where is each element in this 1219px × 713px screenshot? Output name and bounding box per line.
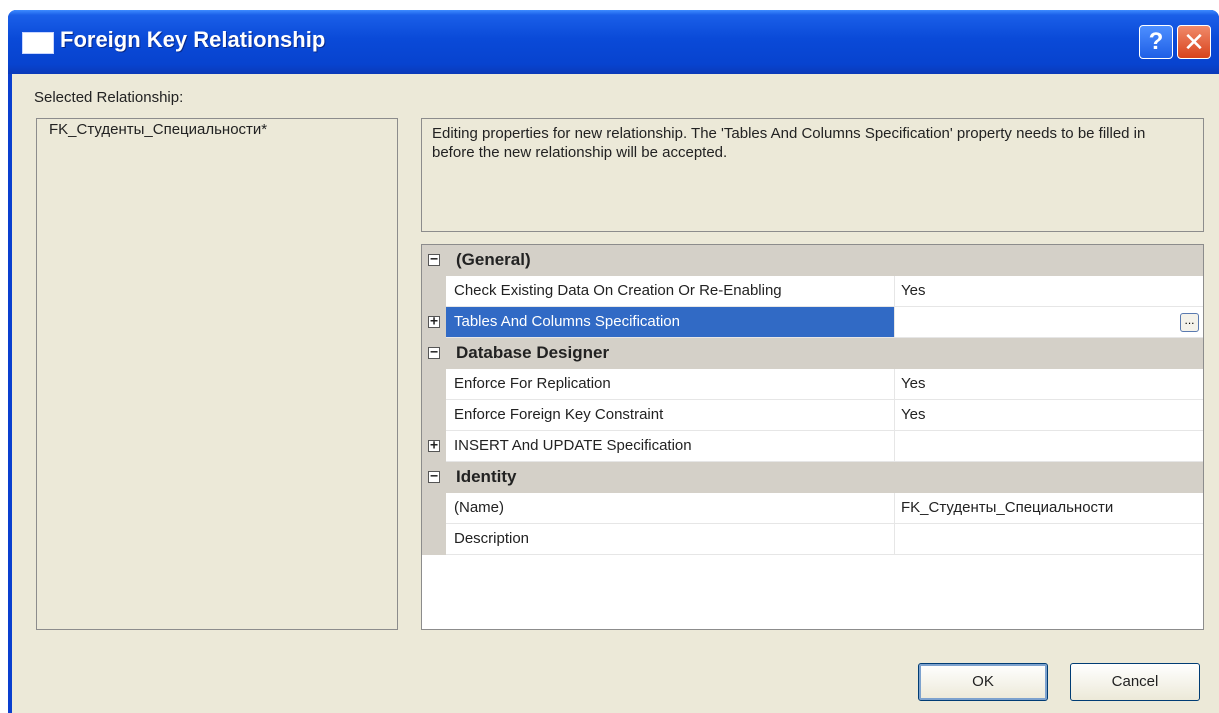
title-bar[interactable]: Foreign Key Relationship ? ✕ (8, 10, 1219, 74)
row-gutter (422, 400, 446, 431)
property-row[interactable]: (Name) FK_Студенты_Специальности (422, 493, 1203, 524)
window-icon (22, 32, 54, 54)
category-label: (General) (456, 250, 531, 269)
property-value[interactable]: Yes (895, 400, 1203, 431)
help-button[interactable]: ? (1139, 25, 1173, 59)
relationship-list[interactable]: FK_Студенты_Специальности* (36, 118, 398, 630)
row-gutter: + (422, 307, 446, 338)
collapse-icon[interactable]: − (428, 253, 440, 266)
category-general[interactable]: − (General) (422, 245, 1203, 276)
property-value[interactable]: Yes (895, 369, 1203, 400)
selected-relationship-label: Selected Relationship: (34, 89, 184, 106)
description-text: Editing properties for new relationship.… (432, 125, 1146, 161)
property-grid[interactable]: − (General) Check Existing Data On Creat… (421, 244, 1204, 630)
expand-icon[interactable]: + (428, 315, 440, 328)
description-panel: Editing properties for new relationship.… (421, 118, 1204, 232)
property-row[interactable]: Description (422, 524, 1203, 555)
category-identity[interactable]: − Identity (422, 462, 1203, 493)
collapse-icon[interactable]: − (428, 470, 440, 483)
relationship-list-item[interactable]: FK_Студенты_Специальности* (49, 121, 267, 138)
property-row-selected[interactable]: + Tables And Columns Specification ... (422, 307, 1203, 338)
property-row[interactable]: Enforce Foreign Key Constraint Yes (422, 400, 1203, 431)
property-name[interactable]: Description (446, 524, 895, 555)
property-name[interactable]: Check Existing Data On Creation Or Re-En… (446, 276, 895, 307)
expand-icon[interactable]: + (428, 439, 440, 452)
property-name[interactable]: INSERT And UPDATE Specification (446, 431, 895, 462)
property-name[interactable]: Tables And Columns Specification (446, 307, 895, 338)
property-name[interactable]: Enforce For Replication (446, 369, 895, 400)
category-label: Database Designer (456, 343, 610, 362)
dialog-window: Foreign Key Relationship ? ✕ Selected Re… (8, 10, 1219, 713)
property-row[interactable]: + INSERT And UPDATE Specification (422, 431, 1203, 462)
property-name[interactable]: Enforce Foreign Key Constraint (446, 400, 895, 431)
category-database-designer[interactable]: − Database Designer (422, 338, 1203, 369)
ellipsis-button[interactable]: ... (1180, 313, 1199, 332)
property-value[interactable]: Yes (895, 276, 1203, 307)
cancel-button[interactable]: Cancel (1070, 663, 1200, 701)
row-gutter: + (422, 431, 446, 462)
property-row[interactable]: Enforce For Replication Yes (422, 369, 1203, 400)
property-value[interactable] (895, 431, 1203, 462)
category-label: Identity (456, 467, 517, 486)
property-name[interactable]: (Name) (446, 493, 895, 524)
row-gutter (422, 524, 446, 555)
dialog-body: Selected Relationship: FK_Студенты_Специ… (12, 74, 1219, 713)
row-gutter (422, 493, 446, 524)
collapse-icon[interactable]: − (428, 346, 440, 359)
window-title: Foreign Key Relationship (60, 27, 326, 52)
row-gutter (422, 276, 446, 307)
close-button[interactable]: ✕ (1177, 25, 1211, 59)
row-gutter (422, 369, 446, 400)
property-value[interactable]: ... (895, 307, 1203, 338)
ok-button[interactable]: OK (918, 663, 1048, 701)
property-value[interactable] (895, 524, 1203, 555)
property-row[interactable]: Check Existing Data On Creation Or Re-En… (422, 276, 1203, 307)
property-value[interactable]: FK_Студенты_Специальности (895, 493, 1203, 524)
